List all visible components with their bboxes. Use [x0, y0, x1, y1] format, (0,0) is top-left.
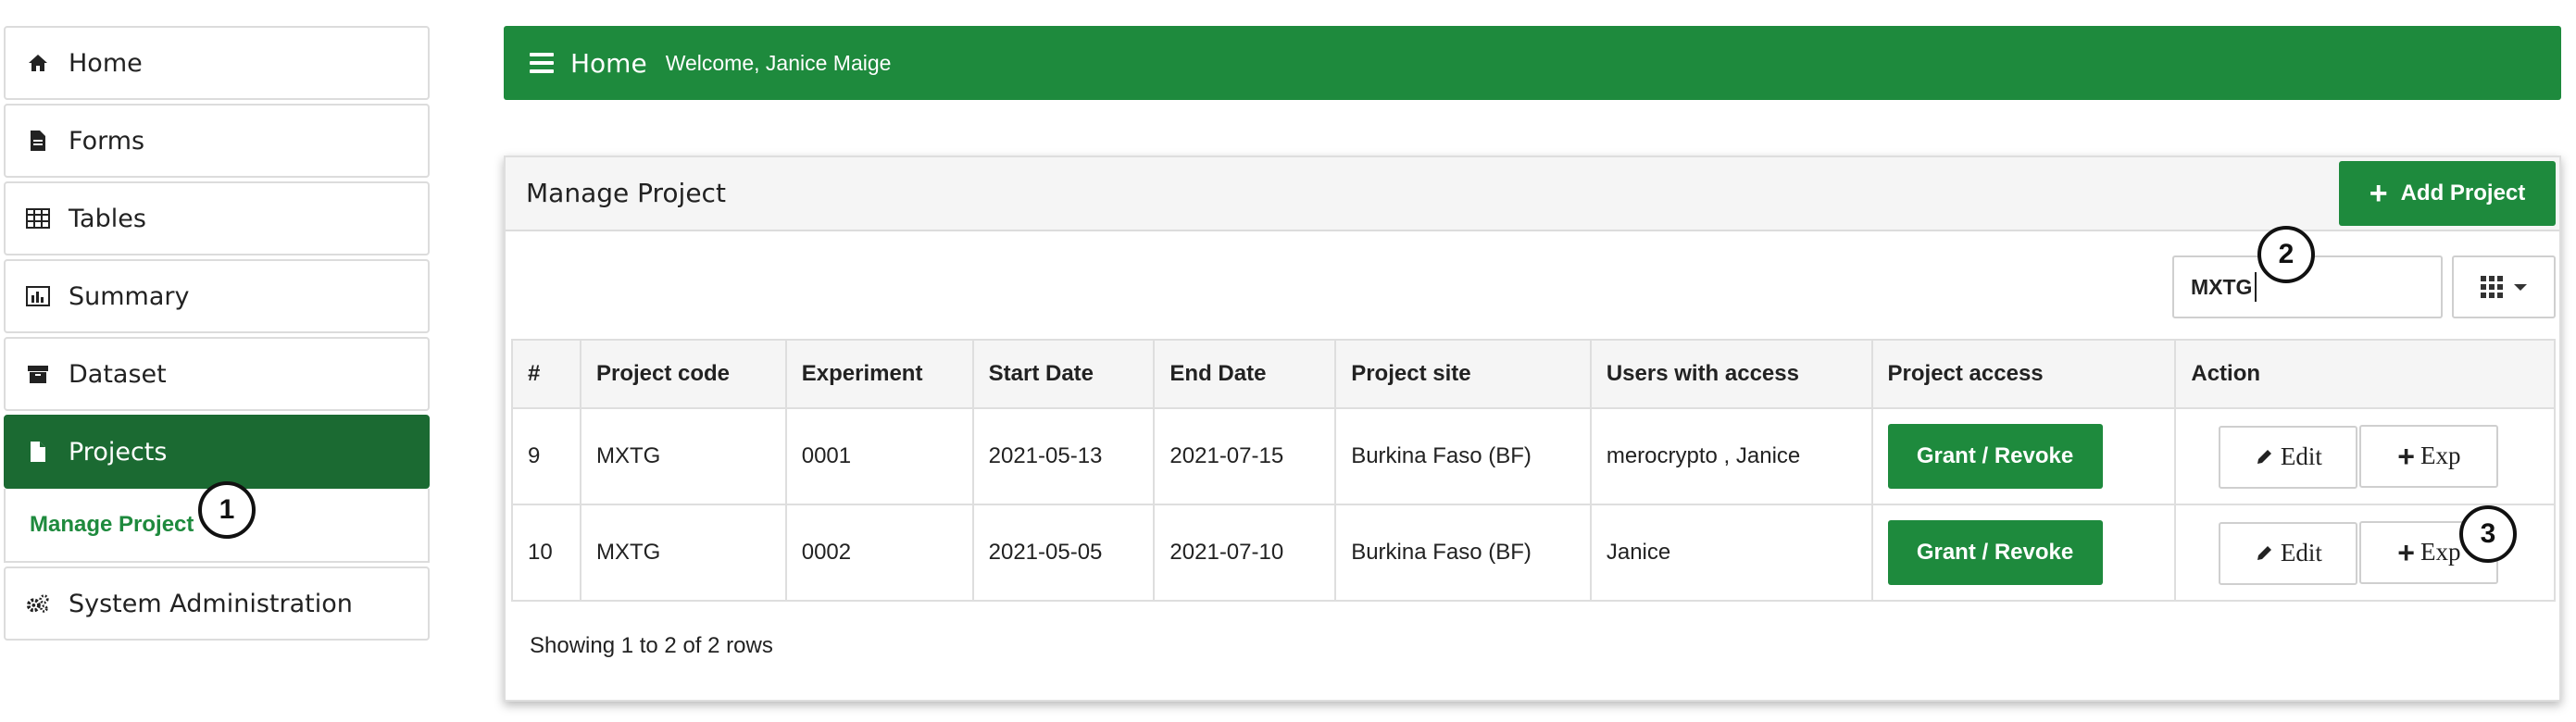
plus-icon: +: [2397, 535, 2415, 569]
sidebar-item-system-administration[interactable]: System Administration: [4, 566, 430, 641]
grid-icon: [2481, 276, 2503, 298]
bar-chart-icon: [26, 284, 50, 308]
manage-project-panel: Manage Project + Add Project # Project c…: [504, 156, 2561, 702]
home-icon: [26, 51, 50, 75]
plus-icon: +: [2397, 439, 2415, 473]
top-bar: Home Welcome, Janice Maige: [504, 26, 2561, 100]
plus-icon: +: [2369, 176, 2388, 211]
table-icon: [26, 206, 50, 230]
edit-button[interactable]: Edit: [2219, 425, 2358, 489]
caret-down-icon: [2514, 283, 2527, 291]
sidebar-item-home[interactable]: Home: [4, 26, 430, 100]
cell-project-site: Burkina Faso (BF): [1334, 504, 1592, 602]
column-header[interactable]: Project site: [1334, 339, 1592, 409]
panel-title: Manage Project: [526, 178, 726, 208]
column-header[interactable]: Start Date: [971, 339, 1156, 409]
sidebar-item-label: System Administration: [69, 589, 353, 618]
sidebar-item-summary[interactable]: Summary: [4, 259, 430, 333]
file-icon: [26, 440, 50, 464]
export-button[interactable]: + Exp: [2359, 424, 2499, 488]
cell-users-with-access: merocrypto , Janice: [1589, 407, 1873, 505]
page-title: Home: [570, 47, 647, 79]
archive-icon: [26, 362, 50, 386]
cell-start-date: 2021-05-05: [971, 504, 1156, 602]
cell-users-with-access: Janice: [1589, 504, 1873, 602]
cell-start-date: 2021-05-13: [971, 407, 1156, 505]
text-cursor: [2255, 272, 2257, 302]
export-label: Exp: [2420, 442, 2461, 469]
sidebar-item-projects[interactable]: Projects: [4, 415, 430, 489]
column-header[interactable]: Project access: [1870, 339, 2177, 409]
pencil-icon: [2255, 448, 2273, 467]
sidebar-item-label: Home: [69, 48, 143, 78]
annotation-callout-3: 3: [2459, 505, 2517, 563]
cell-end-date: 2021-07-10: [1153, 504, 1337, 602]
cell-project-access: Grant / Revoke: [1870, 504, 2177, 602]
cell-id: 9: [511, 407, 581, 505]
sidebar-item-dataset[interactable]: Dataset: [4, 337, 430, 411]
grant-revoke-button[interactable]: Grant / Revoke: [1887, 520, 2103, 585]
export-label: Exp: [2420, 538, 2461, 566]
cell-id: 10: [511, 504, 581, 602]
panel-header: Manage Project + Add Project: [506, 157, 2559, 231]
columns-toggle-button[interactable]: [2452, 255, 2556, 318]
edit-label: Edit: [2280, 442, 2322, 470]
cell-project-site: Burkina Faso (BF): [1334, 407, 1592, 505]
cell-experiment: 0001: [784, 407, 974, 505]
column-header[interactable]: Action: [2174, 339, 2556, 409]
sidebar-item-label: Projects: [69, 437, 168, 467]
pagination-info: Showing 1 to 2 of 2 rows: [530, 633, 773, 658]
sidebar-item-tables[interactable]: Tables: [4, 181, 430, 255]
table-row: 9 MXTG 0001 2021-05-13 2021-07-15 Burkin…: [511, 407, 2556, 505]
cell-end-date: 2021-07-15: [1153, 407, 1337, 505]
annotation-callout-2: 2: [2257, 226, 2315, 283]
cell-project-code: MXTG: [579, 407, 787, 505]
annotation-callout-1: 1: [198, 481, 256, 539]
pencil-icon: [2255, 544, 2273, 563]
column-header[interactable]: #: [511, 339, 581, 409]
add-project-button[interactable]: + Add Project: [2339, 161, 2556, 226]
cell-action: Edit + Exp: [2174, 407, 2556, 505]
hamburger-menu-icon[interactable]: [530, 53, 554, 73]
projects-table: # Project code Experiment Start Date End…: [511, 339, 2556, 602]
cell-experiment: 0002: [784, 504, 974, 602]
add-project-label: Add Project: [2400, 180, 2526, 205]
table-row: 10 MXTG 0002 2021-05-05 2021-07-10 Burki…: [511, 504, 2556, 602]
sidebar-item-label: Dataset: [69, 359, 167, 389]
sidebar-item-label: Tables: [69, 204, 146, 233]
column-header[interactable]: Experiment: [784, 339, 974, 409]
table-header-row: # Project code Experiment Start Date End…: [511, 339, 2556, 409]
cell-project-access: Grant / Revoke: [1870, 407, 2177, 505]
welcome-message: Welcome, Janice Maige: [665, 50, 892, 75]
column-header[interactable]: End Date: [1153, 339, 1337, 409]
sidebar-subitem-label: Manage Project: [30, 512, 194, 537]
edit-label: Edit: [2280, 539, 2322, 566]
sidebar-item-label: Summary: [69, 281, 190, 311]
grant-revoke-button[interactable]: Grant / Revoke: [1887, 424, 2103, 489]
sidebar-item-forms[interactable]: Forms: [4, 104, 430, 178]
gears-icon: [26, 591, 50, 616]
cell-project-code: MXTG: [579, 504, 787, 602]
column-header[interactable]: Users with access: [1589, 339, 1873, 409]
file-icon: [26, 129, 50, 153]
column-header[interactable]: Project code: [579, 339, 787, 409]
sidebar-item-label: Forms: [69, 126, 145, 156]
edit-button[interactable]: Edit: [2219, 521, 2358, 585]
